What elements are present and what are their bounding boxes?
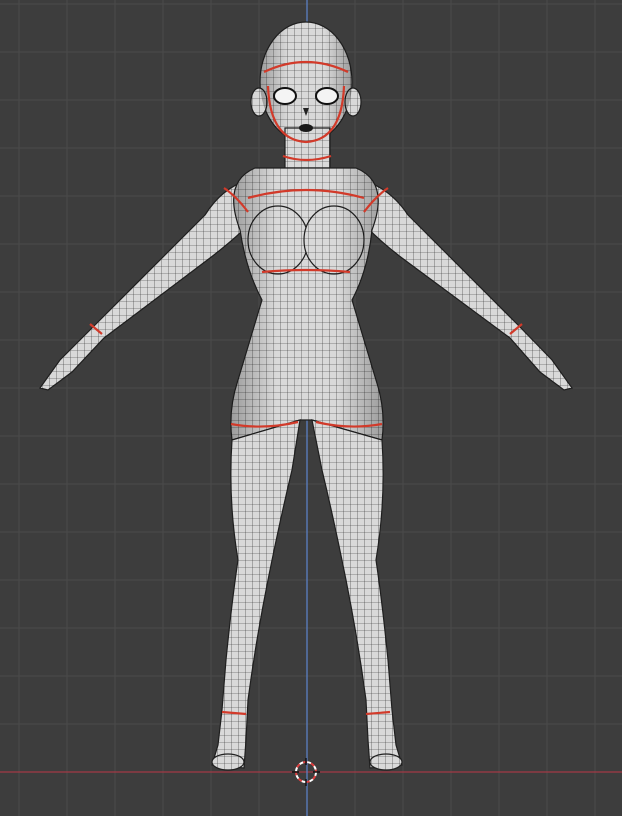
mesh-leg-right: [311, 419, 403, 769]
mesh-foot-left: [211, 753, 245, 771]
eye-left: [273, 87, 297, 105]
eye-right: [315, 87, 339, 105]
mesh-arm-right: [355, 179, 574, 391]
mesh-leg-left: [211, 419, 301, 769]
mesh-foot-right: [369, 753, 403, 771]
character-mesh[interactable]: [38, 21, 574, 771]
mouth: [299, 124, 313, 132]
3d-viewport[interactable]: [0, 0, 622, 816]
mesh-arm-left: [38, 179, 259, 391]
